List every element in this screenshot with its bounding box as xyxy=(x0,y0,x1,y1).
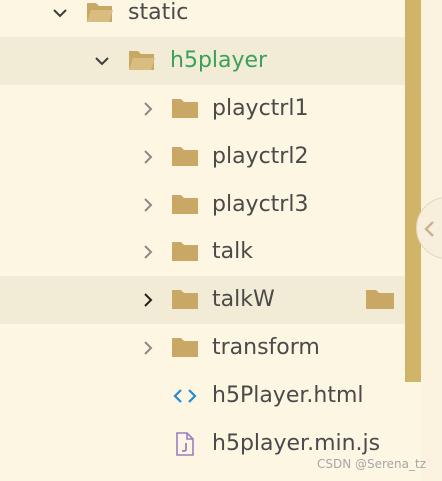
tree-item-label: playctrl2 xyxy=(212,144,309,169)
tree-item-playctrl3[interactable]: playctrl3 xyxy=(0,181,405,229)
watermark: CSDN @Serena_tz xyxy=(316,457,426,471)
js-file-icon xyxy=(174,432,198,456)
chevron-left-icon xyxy=(424,221,434,237)
chevron-down-icon[interactable] xyxy=(50,3,70,23)
tree-item-talk[interactable]: talk xyxy=(0,228,405,276)
tree-item-h5player[interactable]: h5player xyxy=(0,37,405,85)
tree-item-playctrl1[interactable]: playctrl1 xyxy=(0,85,405,133)
tree-item-transform[interactable]: transform xyxy=(0,324,405,372)
tree-item-playctrl2[interactable]: playctrl2 xyxy=(0,133,405,181)
vertical-scrollbar[interactable] xyxy=(405,0,421,382)
tree-item-label: talk xyxy=(212,239,253,264)
folder-icon xyxy=(171,335,199,359)
folder-icon xyxy=(171,287,199,311)
folder-open-icon xyxy=(86,0,114,24)
html-code-icon xyxy=(172,384,197,408)
tree-item-label: playctrl3 xyxy=(212,192,309,217)
tree-item-static[interactable]: static xyxy=(0,0,405,37)
chevron-right-icon[interactable] xyxy=(138,242,158,262)
chevron-right-icon[interactable] xyxy=(138,147,158,167)
chevron-down-icon[interactable] xyxy=(92,51,112,71)
tree-item-h5player-html[interactable]: h5Player.html xyxy=(0,372,405,420)
chevron-right-icon[interactable] xyxy=(138,338,158,358)
folder-icon xyxy=(171,144,199,168)
chevron-right-icon[interactable] xyxy=(138,290,158,310)
folder-icon xyxy=(171,239,199,263)
tree-item-talkw[interactable]: talkW xyxy=(0,276,405,324)
tree-item-label: talkW xyxy=(212,287,275,312)
tree-item-label: static xyxy=(128,0,189,25)
folder-open-icon xyxy=(128,48,156,72)
tree-item-label: h5player xyxy=(170,48,268,73)
tree-item-label: transform xyxy=(212,335,320,360)
open-folder-icon[interactable] xyxy=(365,287,395,311)
folder-icon xyxy=(171,96,199,120)
tree-item-label: h5Player.html xyxy=(212,383,364,408)
chevron-right-icon[interactable] xyxy=(138,195,158,215)
folder-icon xyxy=(171,192,199,216)
file-explorer: static h5player playctrl1 playctrl2 play… xyxy=(0,0,442,481)
chevron-right-icon[interactable] xyxy=(138,99,158,119)
tree-item-label: playctrl1 xyxy=(212,96,309,121)
